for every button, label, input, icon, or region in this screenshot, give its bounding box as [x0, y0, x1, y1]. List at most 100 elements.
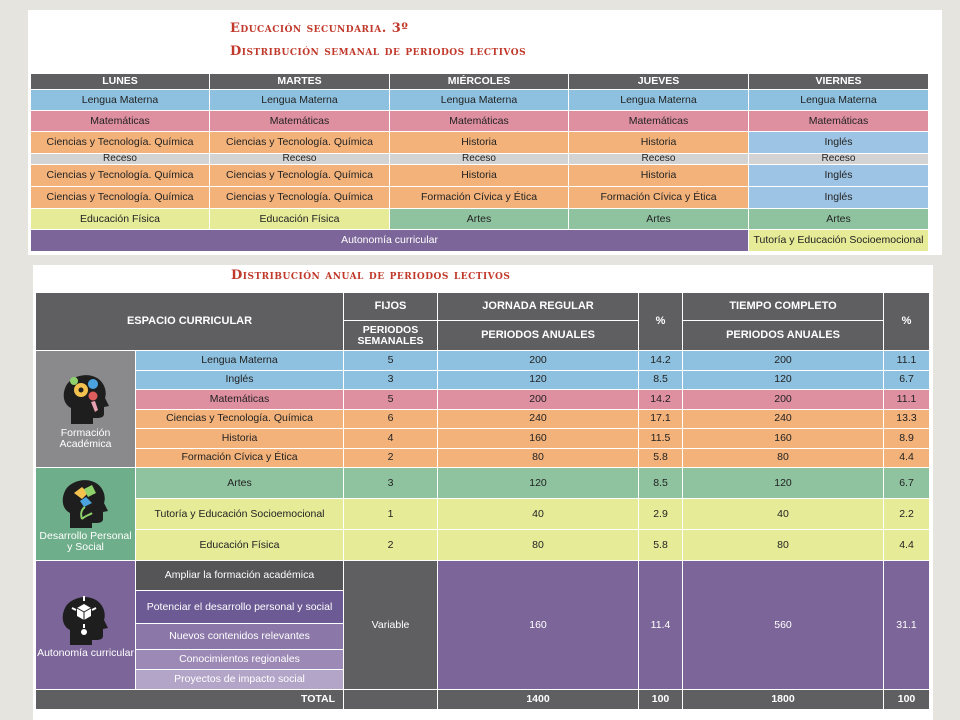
total-weekly [343, 689, 439, 710]
weekly-periods: 1 [343, 498, 439, 530]
schedule-cell: Lengua Materna [748, 89, 929, 111]
weekly-row: Ciencias y Tecnología. Química Ciencias … [30, 186, 929, 209]
schedule-cell: Matemáticas [748, 110, 929, 132]
group-autonomia-curricular: Autonomía curricular [35, 560, 136, 690]
weekly-periods: 3 [343, 369, 439, 390]
annual-title: Distribución anual de periodos lectivos [231, 268, 511, 283]
schedule-cell: Formación Cívica y Ética [568, 186, 749, 209]
annual-periods-full: 80 [682, 529, 885, 561]
head-cube-icon [62, 595, 108, 645]
schedule-cell: Ciencias y Tecnología. Química [30, 186, 210, 209]
pct-full: 13.3 [883, 408, 931, 429]
schedule-cell: Ciencias y Tecnología. Química [30, 131, 210, 154]
table-row: Ciencias y Tecnología. Química 6 240 17.… [36, 408, 931, 429]
subject-name: Lengua Materna [134, 350, 345, 371]
table-row: Formación Académica Lengua Materna 5 200… [35, 350, 931, 468]
annual-periods-regular: 160 [437, 428, 640, 449]
total-label: TOTAL [34, 689, 345, 710]
table-row: Tutoría y Educación Socioemocional 1 40 … [36, 498, 931, 530]
table-row: Educación Física 2 80 5.8 80 4.4 [36, 529, 931, 561]
header-fijos: FIJOS [343, 292, 439, 321]
pct-full: 8.9 [883, 428, 931, 449]
weekly-row: Ciencias y Tecnología. Química Ciencias … [30, 131, 929, 154]
group-label: Autonomía curricular [37, 646, 134, 659]
weekly-periods: 2 [343, 447, 439, 468]
head-gears-icon [63, 375, 109, 424]
header-periodos-anuales: PERIODOS ANUALES [437, 320, 640, 351]
subject-name: Educación Física [134, 529, 345, 561]
annual-periods-regular: 80 [437, 529, 640, 561]
pct-regular: 11.4 [638, 560, 684, 690]
schedule-cell: Inglés [748, 186, 929, 209]
table-row: Historia 4 160 11.5 160 8.9 [36, 428, 931, 449]
annual-periods-regular: 120 [437, 467, 640, 499]
subject-name: Historia [134, 428, 345, 449]
subject-name: Inglés [134, 369, 345, 390]
weekly-row: Lengua Materna Lengua Materna Lengua Mat… [30, 89, 929, 111]
group-label: Formación Académica [59, 427, 112, 450]
total-regular: 1400 [437, 689, 640, 710]
pct-regular: 5.8 [638, 529, 684, 561]
schedule-cell: Historia [568, 131, 749, 154]
schedule-cell: Receso [209, 153, 390, 165]
day-header: MARTES [209, 73, 390, 90]
header-periodos-semanales: PERIODOS SEMANALES [343, 320, 439, 351]
table-row: Desarrollo Personal y Social Artes 3 120… [35, 467, 931, 561]
schedule-cell: Artes [748, 208, 929, 230]
group-desarrollo-personal: Desarrollo Personal y Social [35, 467, 136, 561]
header-periodos-anuales: PERIODOS ANUALES [682, 320, 885, 351]
weekly-title: Educación secundaria. 3º [230, 21, 409, 36]
schedule-cell: Educación Física [209, 208, 390, 230]
header-pct: % [638, 292, 684, 351]
pct-regular: 8.5 [638, 467, 684, 499]
group-formacion-academica: Formación Académica [35, 350, 136, 468]
annual-periods-full: 200 [682, 389, 885, 410]
day-header: MIÉRCOLES [389, 73, 569, 90]
weekly-header-row: LUNES MARTES MIÉRCOLES JUEVES VIERNES [30, 73, 929, 90]
header-jornada: JORNADA REGULAR [437, 292, 640, 321]
pct-regular: 2.9 [638, 498, 684, 530]
schedule-cell: Receso [389, 153, 569, 165]
schedule-cell: Artes [568, 208, 749, 230]
pct-full: 6.7 [883, 369, 931, 390]
header-espacio: ESPACIO CURRICULAR [34, 292, 345, 351]
table-row: Matemáticas 5 200 14.2 200 11.1 [36, 389, 931, 410]
annual-periods-regular: 200 [437, 389, 640, 410]
annual-panel: Distribución anual de periodos lectivos … [33, 265, 933, 720]
schedule-cell: Lengua Materna [389, 89, 569, 111]
annual-periods-full: 200 [682, 350, 885, 371]
header-tiempo: TIEMPO COMPLETO [682, 292, 885, 321]
pct-full: 4.4 [883, 529, 931, 561]
total-pct-regular: 100 [638, 689, 684, 710]
weekly-row: Matemáticas Matemáticas Matemáticas Mate… [30, 110, 929, 132]
schedule-cell: Inglés [748, 164, 929, 187]
weekly-row: Educación Física Educación Física Artes … [30, 208, 929, 230]
autonomia-item: Conocimientos regionales [134, 649, 345, 670]
pct-full: 6.7 [883, 467, 931, 499]
pct-regular: 11.5 [638, 428, 684, 449]
schedule-cell: Historia [389, 164, 569, 187]
weekly-row-receso: Receso Receso Receso Receso Receso [30, 153, 929, 165]
day-header: JUEVES [568, 73, 749, 90]
annual-periods-full: 240 [682, 408, 885, 429]
weekly-panel: Educación secundaria. 3º Distribución se… [28, 10, 942, 255]
weekly-periods: 2 [343, 529, 439, 561]
total-pct-full: 100 [883, 689, 931, 710]
pct-regular: 17.1 [638, 408, 684, 429]
header-pct: % [883, 292, 931, 351]
autonomia-cell: Autonomía curricular [30, 229, 749, 252]
schedule-cell: Matemáticas [30, 110, 210, 132]
weekly-periods: 3 [343, 467, 439, 499]
pct-full: 31.1 [883, 560, 931, 690]
annual-periods-regular: 80 [437, 447, 640, 468]
pct-full: 4.4 [883, 447, 931, 468]
weekly-periods: 5 [343, 350, 439, 371]
schedule-cell: Matemáticas [389, 110, 569, 132]
weekly-periods-variable: Variable [343, 560, 439, 690]
schedule-cell: Ciencias y Tecnología. Química [209, 164, 390, 187]
weekly-row: Ciencias y Tecnología. Química Ciencias … [30, 164, 929, 187]
pct-full: 2.2 [883, 498, 931, 530]
annual-periods-full: 120 [682, 467, 885, 499]
pct-full: 11.1 [883, 389, 931, 410]
schedule-cell: Inglés [748, 131, 929, 154]
